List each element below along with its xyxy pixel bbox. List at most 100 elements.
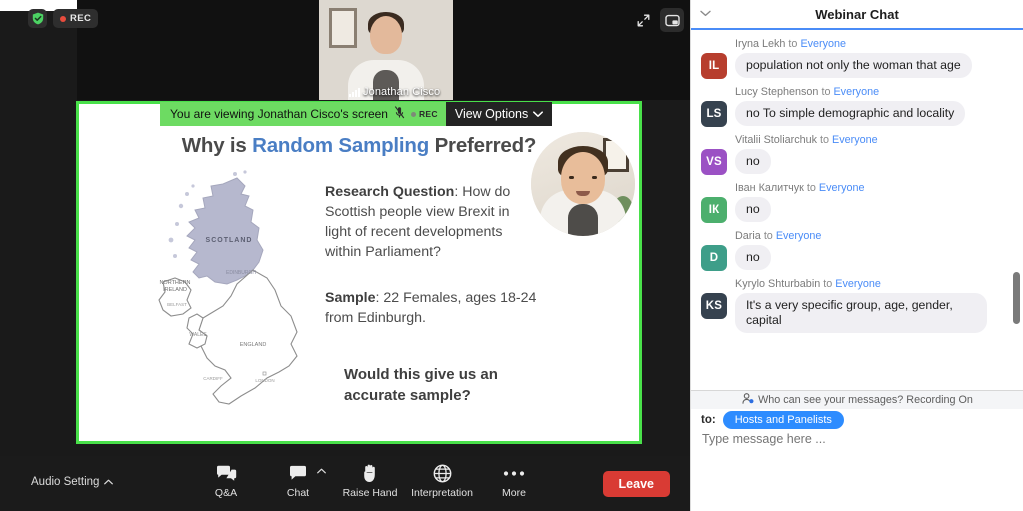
- research-question-label: Research Question: [325, 184, 455, 200]
- toolbar-item-more[interactable]: More: [478, 462, 550, 499]
- webinar-chat-panel: Webinar Chat Iryna Lekh to Everyone IL p…: [690, 0, 1023, 511]
- audio-setting-label: Audio Setting: [31, 476, 100, 488]
- chat-to-word: to: [763, 230, 773, 242]
- chat-to-word: to: [821, 86, 831, 98]
- chat-privacy-notice[interactable]: Who can see your messages? Recording On: [691, 390, 1023, 409]
- chevron-up-icon[interactable]: [317, 466, 326, 476]
- picture-in-picture-icon[interactable]: [660, 8, 684, 32]
- viewing-text: You are viewing Jonathan Cisco's screen: [170, 107, 388, 121]
- chat-header: Webinar Chat: [691, 0, 1023, 30]
- toolbar-label-qa: Q&A: [214, 487, 238, 499]
- chat-recipient[interactable]: Everyone: [833, 86, 879, 98]
- closing-question: Would this give us an accurate sample?: [344, 366, 498, 404]
- chat-message-meta: Iryna Lekh to Everyone: [735, 38, 1012, 50]
- avatar[interactable]: IL: [701, 53, 727, 79]
- chevron-down-icon: [533, 110, 544, 117]
- svg-text:IRELAND: IRELAND: [163, 287, 187, 293]
- chat-scrollbar[interactable]: [1013, 272, 1020, 324]
- toolbar-item-interpretation[interactable]: Interpretation: [406, 462, 478, 499]
- presenter-eye-right: [592, 176, 597, 179]
- chat-to-word: to: [788, 38, 798, 50]
- share-recording-label: REC: [418, 109, 438, 119]
- presenter-shirt: [568, 204, 598, 236]
- chat-sender: Daria: [735, 230, 761, 242]
- chat-recipient[interactable]: Everyone: [819, 182, 865, 194]
- toolbar-item-qa[interactable]: Q&A: [190, 462, 262, 499]
- shared-screen-frame[interactable]: Why is Random Sampling Preferred? SCOTLA…: [76, 101, 642, 444]
- uk-map-icon: SCOTLAND EDINBURGH NORTHERN IRELAND BELF…: [141, 166, 321, 436]
- chat-recipient[interactable]: Everyone: [800, 38, 846, 50]
- meeting-area: Jonathan Cisco REC You are viewing Jonat…: [0, 0, 690, 511]
- chat-recipient[interactable]: Everyone: [835, 278, 881, 290]
- avatar[interactable]: LS: [701, 101, 727, 127]
- chat-recipient[interactable]: Everyone: [832, 134, 878, 146]
- chat-sender: Iryna Lekh: [735, 38, 786, 50]
- svg-text:BELFAST: BELFAST: [167, 302, 187, 307]
- raise-hand-icon: [362, 462, 379, 484]
- participant-name: Jonathan Cisco: [363, 86, 441, 98]
- chat-message-list[interactable]: Iryna Lekh to Everyone IL population not…: [691, 32, 1023, 384]
- zoom-webinar-window: Jonathan Cisco REC You are viewing Jonat…: [0, 0, 1023, 511]
- chat-message: Iryna Lekh to Everyone IL population not…: [691, 38, 1023, 79]
- svg-text:NORTHERN: NORTHERN: [159, 280, 190, 286]
- chat-title: Webinar Chat: [815, 6, 899, 22]
- chat-message: Vitalii Stoliarchuk to Everyone VS no: [691, 134, 1023, 175]
- microphone-muted-icon: [394, 106, 405, 122]
- person-check-icon: [742, 393, 754, 407]
- sample-block: Sample: 22 Females, ages 18-24 from Edin…: [325, 288, 540, 328]
- shield-check-icon[interactable]: [28, 9, 47, 28]
- view-options-button[interactable]: View Options: [445, 102, 553, 126]
- recording-label: REC: [70, 13, 92, 24]
- chat-to-word: to: [823, 278, 833, 290]
- chat-message-text: no: [735, 245, 771, 270]
- chat-message: Іван Калитчук to Everyone ІК no: [691, 182, 1023, 223]
- svg-text:EDINBURGH: EDINBURGH: [226, 270, 256, 276]
- avatar[interactable]: KS: [701, 293, 727, 319]
- leave-button[interactable]: Leave: [602, 471, 670, 497]
- chat-to-word: to: [806, 182, 816, 194]
- wall-picture-frame: [329, 8, 357, 48]
- chat-recipient[interactable]: Everyone: [776, 230, 822, 242]
- chat-message-text: no: [735, 149, 771, 174]
- expand-arrows-icon[interactable]: [631, 8, 655, 32]
- chat-recipient-pill[interactable]: Hosts and Panelists: [722, 411, 844, 429]
- chat-to-label: to:: [701, 414, 716, 426]
- chat-message-text: population not only the woman that age: [735, 53, 972, 78]
- chat-sender: Іван Калитчук: [735, 182, 804, 194]
- toolbar-label-interpretation: Interpretation: [411, 487, 473, 499]
- toolbar-label-chat: Chat: [286, 487, 310, 499]
- video-strip: Jonathan Cisco: [77, 0, 690, 100]
- toolbar-item-chat[interactable]: Chat: [262, 462, 334, 499]
- audio-setting-button[interactable]: Audio Setting: [31, 476, 114, 488]
- chat-message-meta: Vitalii Stoliarchuk to Everyone: [735, 134, 1012, 146]
- chat-message-text: no To simple demographic and locality: [735, 101, 966, 126]
- globe-icon: [433, 462, 452, 484]
- avatar[interactable]: ІК: [701, 197, 727, 223]
- toolbar-item-raise-hand[interactable]: Raise Hand: [334, 462, 406, 499]
- svg-text:ENGLAND: ENGLAND: [240, 342, 267, 348]
- research-question-block: Research Question: How do Scottish peopl…: [325, 182, 537, 262]
- recording-badge[interactable]: REC: [53, 9, 99, 28]
- chat-sender: Kyrylo Shturbabin: [735, 278, 821, 290]
- screen-share-banner: You are viewing Jonathan Cisco's screen …: [160, 102, 553, 126]
- toolbar-label-more: More: [502, 487, 526, 499]
- chat-message: Kyrylo Shturbabin to Everyone KS It's a …: [691, 278, 1023, 333]
- avatar[interactable]: VS: [701, 149, 727, 175]
- chat-message-meta: Daria to Everyone: [735, 230, 1012, 242]
- avatar[interactable]: D: [701, 245, 727, 271]
- chat-recipient-row: to: Hosts and Panelists: [691, 411, 1023, 429]
- sample-label: Sample: [325, 290, 376, 306]
- recording-dot-icon: [410, 111, 416, 117]
- viewing-notice: You are viewing Jonathan Cisco's screen …: [160, 102, 446, 126]
- qa-bubbles-icon: [216, 462, 237, 484]
- svg-text:CARDIFF: CARDIFF: [203, 376, 223, 381]
- slide-title-highlight: Random Sampling: [252, 134, 430, 157]
- chat-bubble-icon: [289, 462, 307, 484]
- presenter-webcam-bubble[interactable]: [531, 132, 635, 236]
- recording-dot-icon: [60, 15, 66, 22]
- chat-message-text: It's a very specific group, age, gender,…: [735, 293, 987, 333]
- chat-privacy-text: Who can see your messages? Recording On: [758, 394, 973, 406]
- chat-input[interactable]: [702, 432, 1002, 446]
- chat-message: Daria to Everyone D no: [691, 230, 1023, 271]
- chevron-down-icon[interactable]: [700, 8, 711, 20]
